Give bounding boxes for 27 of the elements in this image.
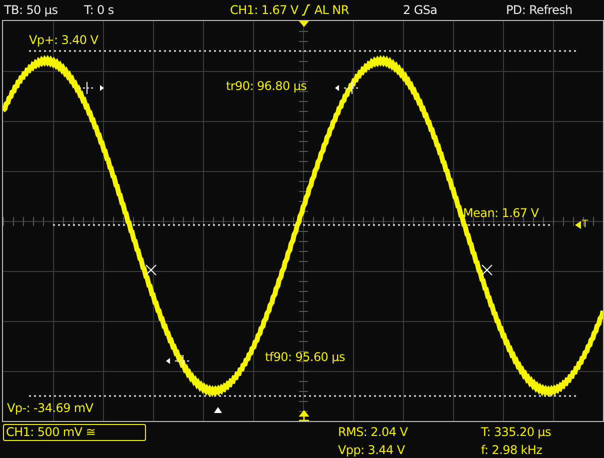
trigger-level-icon <box>575 221 581 229</box>
sample-rate-label: 2 GSa <box>403 3 438 17</box>
measurement-readout: T: 335.20 µs <box>481 425 552 440</box>
measurement-label: tf90: 95.60 µs <box>265 350 345 364</box>
cross-marker <box>146 264 156 276</box>
trigger-time-label: T: 0 s <box>84 3 115 17</box>
channel-scale-badge: CH1: 500 mV ≅ <box>3 424 146 441</box>
trigger-position-icon <box>299 21 309 27</box>
measurement-label: Mean: 1.67 V <box>463 206 539 220</box>
trigger-mode-label: AL NR <box>314 3 349 17</box>
cursor-marker <box>335 82 360 94</box>
trigger-level-label: T <box>582 218 588 232</box>
timebase-label: TB: 50 µs <box>4 3 59 17</box>
measurement-label: tr90: 96.80 µs <box>226 79 307 93</box>
measurement-readout: f: 2.98 kHz <box>481 443 544 458</box>
ground-marker-icon <box>298 410 310 421</box>
measurement-label: Vp-: -34.69 mV <box>7 401 94 415</box>
measurement-readout: Vpp: 3.44 V <box>338 443 406 458</box>
cursor-marker <box>78 82 104 94</box>
rising-edge-icon <box>301 4 312 16</box>
measurement-readout: RMS: 2.04 V <box>338 425 409 440</box>
measurement-label: Vp+: 3.40 V <box>29 33 98 47</box>
channel-level-label: CH1: 1.67 V <box>230 3 298 17</box>
cursor-marker <box>166 354 192 368</box>
display-mode-label: PD: Refresh <box>506 3 572 17</box>
cross-marker <box>482 264 492 276</box>
trough-marker-icon <box>214 407 222 413</box>
